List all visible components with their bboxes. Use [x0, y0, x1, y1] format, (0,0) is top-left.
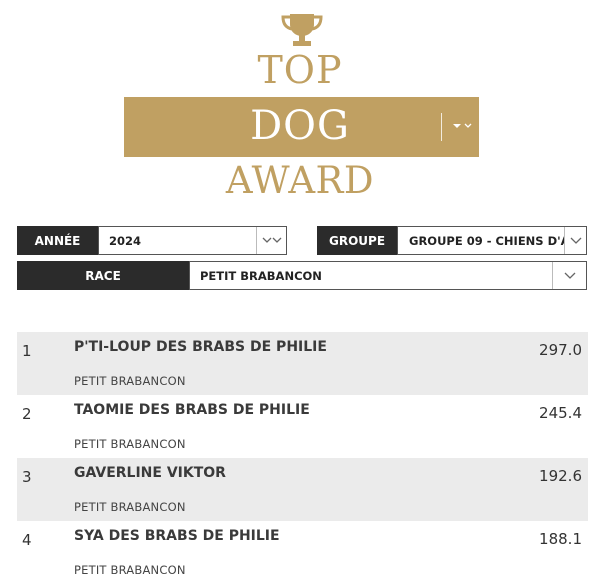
ranking-row[interactable]: 4 SYA DES BRABS DE PHILIE 188.1 PETIT BR…: [17, 521, 588, 584]
breed: PETIT BRABANCON: [74, 437, 186, 451]
groupe-dropdown-button[interactable]: [564, 227, 586, 254]
rank-number: 1: [22, 342, 32, 360]
dog-name[interactable]: TAOMIE DES BRABS DE PHILIE: [74, 402, 310, 418]
logo-dog-text: DOG: [250, 103, 350, 149]
annee-select[interactable]: 2024: [98, 226, 287, 255]
groupe-value: GROUPE 09 - CHIENS D'A...: [409, 233, 564, 248]
groupe-select[interactable]: GROUPE 09 - CHIENS D'A...: [397, 226, 587, 255]
race-dropdown-button[interactable]: [552, 262, 586, 289]
score: 245.4: [539, 404, 582, 422]
logo-top-text: TOP: [257, 48, 343, 92]
trophy-icon: [281, 14, 323, 46]
chevron-down-icon: [570, 237, 581, 244]
groupe-label: GROUPE: [317, 226, 397, 255]
logo-award-text: AWARD: [225, 159, 375, 202]
ranking-row[interactable]: 2 TAOMIE DES BRABS DE PHILIE 245.4 PETIT…: [17, 395, 588, 458]
ranking-row[interactable]: 1 P'TI-LOUP DES BRABS DE PHILIE 297.0 PE…: [17, 332, 588, 395]
chevron-down-icon: [564, 272, 575, 279]
ranking-row[interactable]: 3 GAVERLINE VIKTOR 192.6 PETIT BRABANCON: [17, 458, 588, 521]
annee-value: 2024: [109, 233, 142, 248]
dog-name[interactable]: SYA DES BRABS DE PHILIE: [74, 528, 280, 544]
score: 188.1: [539, 530, 582, 548]
chevron-down-icon[interactable]: [449, 116, 475, 136]
annee-label: ANNÉE: [17, 226, 98, 255]
rank-number: 2: [22, 405, 32, 423]
rank-number: 4: [22, 531, 32, 549]
breed: PETIT BRABANCON: [74, 563, 186, 577]
race-label: RACE: [17, 261, 189, 290]
dog-name[interactable]: GAVERLINE VIKTOR: [74, 465, 226, 481]
score: 192.6: [539, 467, 582, 485]
rank-number: 3: [22, 468, 32, 486]
dog-name[interactable]: P'TI-LOUP DES BRABS DE PHILIE: [74, 339, 327, 355]
breed: PETIT BRABANCON: [74, 374, 186, 388]
race-select[interactable]: PETIT BRABANCON: [189, 261, 587, 290]
annee-dropdown-button[interactable]: [256, 227, 286, 254]
breed: PETIT BRABANCON: [74, 500, 186, 514]
chevron-down-icon: [262, 237, 281, 243]
score: 297.0: [539, 341, 582, 359]
logo-divider: [441, 113, 442, 141]
race-value: PETIT BRABANCON: [200, 268, 322, 283]
